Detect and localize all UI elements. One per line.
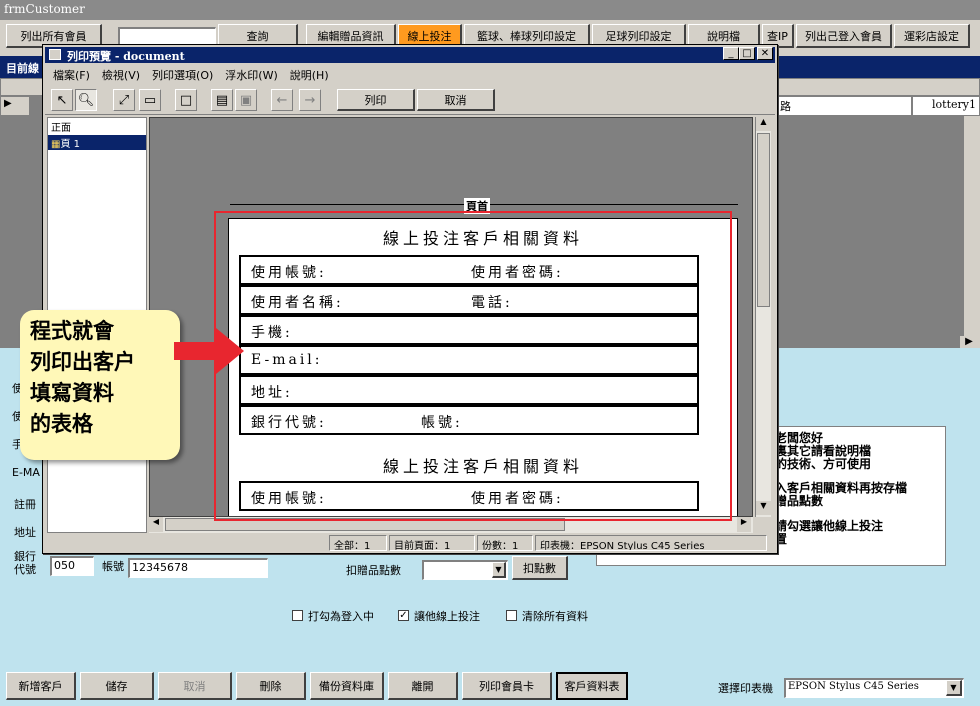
scroll-down-icon[interactable]: ▼ (756, 501, 771, 515)
preview-title-bar: 列印預覽 - document (45, 47, 775, 63)
highlight-rectangle (214, 211, 732, 521)
scroll-thumb[interactable] (757, 133, 770, 307)
clear-all-data-label: 清除所有資料 (522, 610, 588, 623)
menu-help[interactable]: 說明(H) (290, 67, 329, 82)
instruction-line-5: 贈品點數 (775, 494, 824, 508)
bottom-toolbar: 新增客戶 儲存 取消 刪除 備份資料庫 離開 列印會員卡 客戶資料表 選擇印表機… (0, 668, 980, 706)
tree-page-label: 頁 1 (60, 139, 80, 150)
zoom-icon[interactable]: 🔍︎ (75, 89, 97, 111)
callout-line-2: 列印出客户 (30, 350, 135, 374)
menu-file[interactable]: 檔案(F) (53, 67, 90, 82)
list-logged-in-members-button[interactable]: 列出己登入會員 (796, 24, 892, 48)
printer-dropdown-icon[interactable]: ▼ (946, 680, 962, 696)
next-page-icon[interactable]: → (299, 89, 321, 111)
callout-line-3: 填寫資料 (30, 381, 114, 405)
menu-view[interactable]: 檢視(V) (102, 67, 140, 82)
status-current-page: 目前頁面：1 (389, 535, 475, 551)
allow-online-bet-label: 讓他線上投注 (414, 610, 480, 623)
prev-page-icon[interactable]: ← (271, 89, 293, 111)
callout-line-1: 程式就會 (30, 319, 114, 343)
app-title: frmCustomer (4, 2, 85, 16)
close-icon[interactable]: ✕ (757, 47, 773, 60)
printer-select[interactable]: EPSON Stylus C45 Series (784, 678, 964, 698)
status-printer: 印表機：EPSON Stylus C45 Series (535, 535, 767, 551)
maximize-icon[interactable]: □ (739, 47, 755, 60)
grid-cell-lottery[interactable]: lottery1 (912, 96, 980, 116)
callout-bubble: 程式就會 列印出客户 填寫資料 的表格 (20, 310, 180, 460)
account-label: 帳號 (102, 560, 124, 573)
fit-width-icon[interactable]: ▭ (139, 89, 161, 111)
logged-in-label: 打勾為登入中 (308, 610, 374, 623)
preview-title: 列印預覽 - document (67, 50, 185, 63)
status-copies: 份數：1 (477, 535, 533, 551)
print-button[interactable]: 列印 (337, 89, 415, 111)
grid-cell-route[interactable]: 路 (776, 96, 912, 116)
tree-page-1[interactable]: ▦頁 1 (48, 135, 146, 150)
scroll-right-icon[interactable]: ▶ (737, 517, 751, 532)
single-page-icon[interactable]: □ (175, 89, 197, 111)
fit-page-icon[interactable]: ⤢ (113, 89, 135, 111)
add-customer-button[interactable]: 新增客戶 (6, 672, 76, 700)
row-selector[interactable]: ▶ (0, 96, 30, 116)
tree-root[interactable]: 正面 (48, 118, 146, 135)
grid-vertical-scrollbar[interactable] (964, 116, 980, 348)
instruction-line-6: 請勾選讓他線上投注 (775, 519, 884, 533)
lottery-store-settings-button[interactable]: 運彩店設定 (894, 24, 970, 48)
logged-in-checkbox[interactable] (292, 610, 303, 621)
clear-all-data-checkbox[interactable] (506, 610, 517, 621)
print-member-card-button[interactable]: 列印會員卡 (462, 672, 552, 700)
account-input[interactable]: 12345678 (128, 558, 268, 578)
preview-cancel-button[interactable]: 取消 (417, 89, 495, 111)
deduct-gift-label: 扣贈品點數 (346, 564, 401, 577)
menu-watermark[interactable]: 浮水印(W) (225, 67, 277, 82)
save-button[interactable]: 儲存 (80, 672, 154, 700)
allow-online-bet-checkbox[interactable]: ✓ (398, 610, 409, 621)
preview-statusbar: 全部：1 目前頁面：1 份數：1 印表機：EPSON Stylus C45 Se… (47, 535, 771, 551)
band-label: 目前線 (6, 62, 39, 75)
menu-print-options[interactable]: 列印選項(O) (152, 67, 213, 82)
deduct-points-button[interactable]: 扣點數 (512, 556, 568, 580)
app-title-bar: frmCustomer (0, 0, 980, 20)
grid-scroll-right-icon[interactable]: ▶ (960, 336, 978, 348)
printer-select-label: 選擇印表機 (718, 682, 773, 695)
form-label-register: 註冊 (14, 498, 36, 511)
cancel-button[interactable]: 取消 (158, 672, 232, 700)
exit-button[interactable]: 離開 (388, 672, 458, 700)
minimize-icon[interactable]: _ (723, 47, 739, 60)
instruction-line-3: 的技術、方可使用 (775, 457, 872, 471)
save-icon[interactable]: ▣ (235, 89, 257, 111)
callout-arrow-icon (174, 328, 244, 374)
scroll-left-icon[interactable]: ◀ (149, 517, 163, 532)
customer-sheet-button[interactable]: 客戶資料表 (556, 672, 628, 700)
bank-code-label: 銀行代號 (14, 550, 36, 576)
bank-code-input[interactable]: 050 (50, 556, 94, 576)
backup-database-button[interactable]: 備份資料庫 (310, 672, 384, 700)
window-app-icon (49, 49, 61, 60)
chevron-down-icon[interactable]: ▼ (492, 562, 506, 578)
preview-menubar: 檔案(F) 檢視(V) 列印選項(O) 浮水印(W) 說明(H) (45, 65, 775, 83)
open-icon[interactable]: ▤ (211, 89, 233, 111)
form-label-email: E-MA (12, 466, 40, 479)
status-total: 全部：1 (329, 535, 387, 551)
pointer-icon[interactable]: ↖ (51, 89, 73, 111)
scroll-up-icon[interactable]: ▲ (756, 117, 771, 131)
form-label-address: 地址 (14, 526, 36, 539)
delete-button[interactable]: 刪除 (236, 672, 306, 700)
callout-line-4: 的表格 (30, 412, 93, 436)
preview-vertical-scrollbar[interactable]: ▲ ▼ (755, 117, 771, 517)
